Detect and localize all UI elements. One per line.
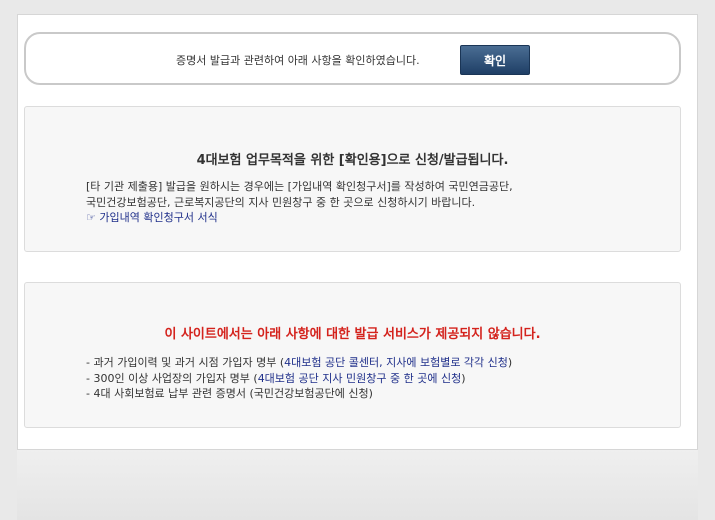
- confirm-bar: 증명서 발급과 관련하여 아래 사항을 확인하였습니다. 확인: [24, 32, 681, 85]
- list-item: - 과거 가입이력 및 과거 시점 가입자 명부 (4대보험 공단 콜센터, 지…: [86, 356, 513, 369]
- panel-title-usage: 4대보험 업무목적을 위한 [확인용]으로 신청/발급됩니다.: [196, 153, 509, 168]
- page-bottom-background: [17, 450, 698, 520]
- list-item: - 300인 이상 사업장의 가입자 명부 (4대보험 공단 지사 민원창구 중…: [86, 371, 466, 385]
- usage-line-2: 국민건강보험공단, 근로복지공단의 지사 민원창구 중 한 곳으로 신청하시기 …: [86, 195, 476, 209]
- panel-body-usage: [타 기관 제출용] 발급을 원하시는 경우에는 [가입내역 확인청구서]를 작…: [86, 179, 513, 226]
- unavailable-list: - 과거 가입이력 및 과거 시점 가입자 명부 (4대보험 공단 콜센터, 지…: [86, 355, 512, 402]
- notice-panel-unavailable: 이 사이트에서는 아래 사항에 대한 발급 서비스가 제공되지 않습니다. - …: [24, 282, 681, 428]
- confirm-text: 증명서 발급과 관련하여 아래 사항을 확인하였습니다.: [176, 54, 420, 67]
- panel-title-unavailable: 이 사이트에서는 아래 사항에 대한 발급 서비스가 제공되지 않습니다.: [164, 327, 541, 342]
- list-item: - 4대 사회보험료 납부 관련 증명서 (국민건강보험공단에 신청): [86, 387, 373, 400]
- notice-panel-usage: 4대보험 업무목적을 위한 [확인용]으로 신청/발급됩니다. [타 기관 제출…: [24, 106, 681, 252]
- usage-line-1: [타 기관 제출용] 발급을 원하시는 경우에는 [가입내역 확인청구서]를 작…: [86, 180, 513, 193]
- form-link[interactable]: ☞ 가입내역 확인청구서 서식: [86, 210, 513, 226]
- pointing-hand-icon: ☞: [86, 211, 96, 224]
- confirm-button[interactable]: 확인: [460, 45, 530, 75]
- form-link-label: 가입내역 확인청구서 서식: [99, 211, 218, 224]
